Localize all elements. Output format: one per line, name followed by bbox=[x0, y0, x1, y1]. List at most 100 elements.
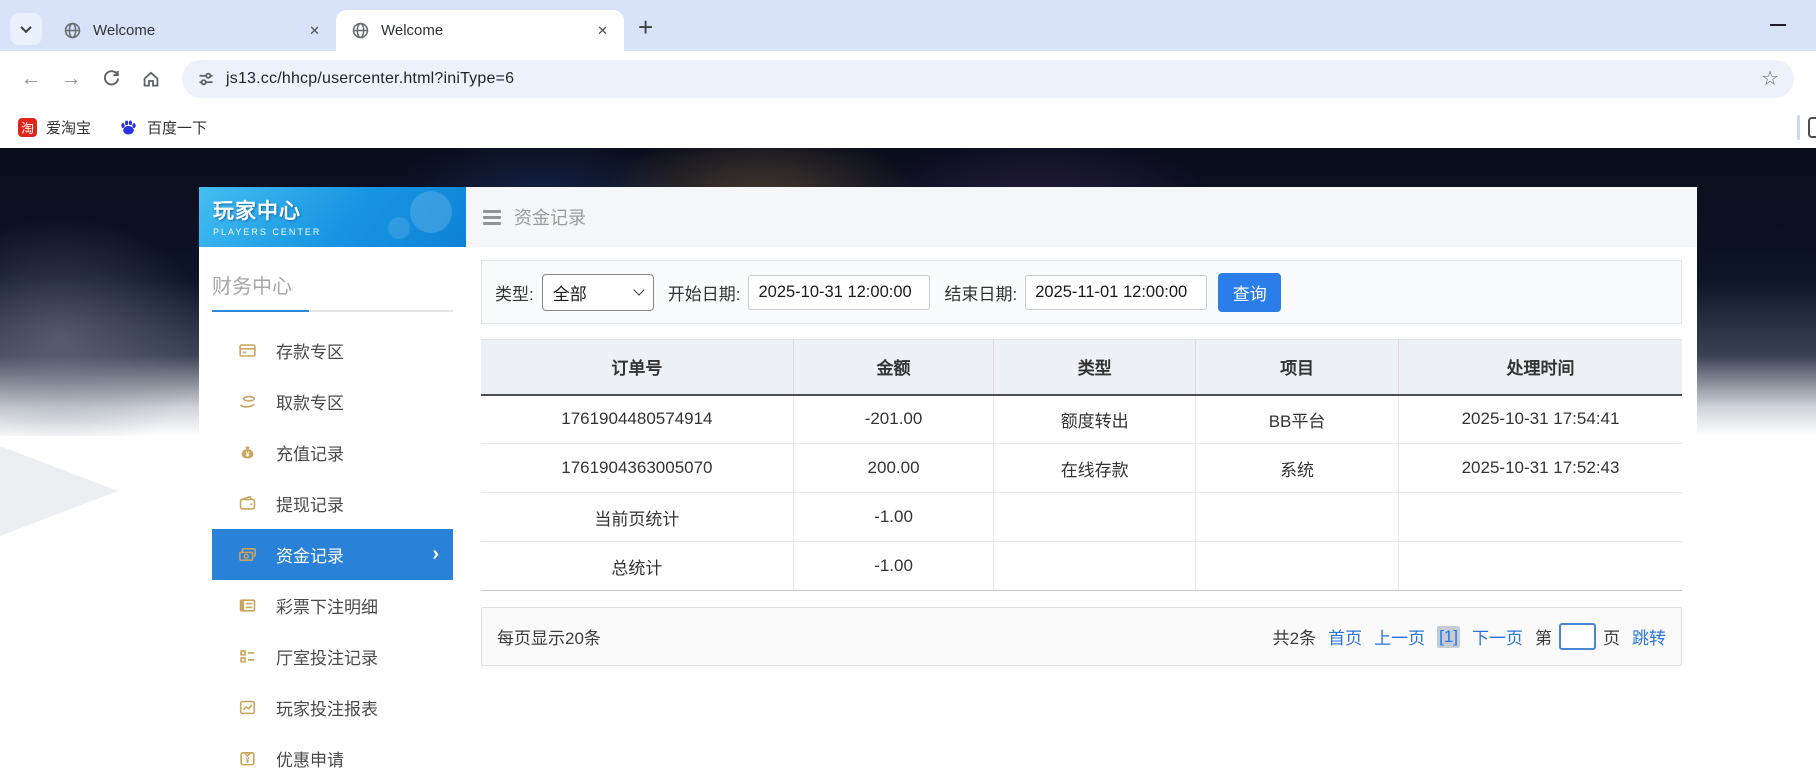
report-chart-icon bbox=[239, 700, 256, 715]
bookmarks-overflow-icon[interactable] bbox=[1808, 117, 1816, 138]
page-jump-group: 第 页 bbox=[1535, 623, 1620, 650]
cell-time: 2025-10-31 17:52:43 bbox=[1398, 443, 1682, 493]
deposit-card-icon bbox=[239, 344, 256, 357]
next-page-link[interactable]: 下一页 bbox=[1472, 624, 1523, 649]
close-tab-icon[interactable]: ✕ bbox=[593, 21, 612, 41]
sidebar-item-withdraw[interactable]: 取款专区 bbox=[212, 376, 453, 427]
browser-tab-1[interactable]: Welcome ✕ bbox=[48, 10, 336, 51]
forward-button[interactable]: → bbox=[52, 60, 90, 98]
end-date-input[interactable] bbox=[1025, 274, 1208, 310]
sidebar-item-label: 玩家投注报表 bbox=[276, 700, 378, 719]
bookmarks-divider bbox=[1797, 115, 1800, 140]
funds-icon bbox=[239, 548, 256, 561]
first-page-link[interactable]: 首页 bbox=[1328, 624, 1362, 649]
sidebar-item-funds-log[interactable]: 资金记录 › bbox=[212, 529, 453, 580]
chevron-down-icon bbox=[20, 21, 32, 34]
prev-page-link[interactable]: 上一页 bbox=[1374, 624, 1425, 649]
sidebar-subtitle: PLAYERS CENTER bbox=[213, 227, 322, 237]
address-bar[interactable]: js13.cc/hhcp/usercenter.html?iniType=6 ☆ bbox=[182, 59, 1794, 98]
jump-prefix-text: 第 bbox=[1535, 629, 1552, 648]
bookmark-taobao[interactable]: 淘 爱淘宝 bbox=[18, 117, 91, 138]
column-header-order-no: 订单号 bbox=[481, 339, 794, 396]
bookmarks-bar: 淘 爱淘宝 百度一下 bbox=[0, 106, 1816, 148]
cell-time: 2025-10-31 17:54:41 bbox=[1398, 394, 1682, 444]
player-center-sidebar: 玩家中心 PLAYERS CENTER 财务中心 存款专区 取款专区 ¥ 充值记… bbox=[199, 187, 466, 769]
reload-icon bbox=[103, 70, 119, 86]
sidebar-item-recharge-log[interactable]: ¥ 充值记录 bbox=[212, 427, 453, 478]
minimize-button[interactable] bbox=[1770, 24, 1786, 26]
cell-amount: -1.00 bbox=[792, 541, 994, 591]
sidebar-item-label: 资金记录 bbox=[276, 547, 344, 566]
cell-order-no: 1761904480574914 bbox=[481, 394, 794, 444]
baidu-paw-icon bbox=[121, 120, 136, 134]
cell-empty bbox=[1195, 541, 1399, 591]
site-settings-icon[interactable] bbox=[197, 70, 215, 88]
sidebar-item-label: 提现记录 bbox=[276, 496, 344, 515]
sidebar-item-promo[interactable]: ¥ 优惠申请 bbox=[212, 733, 453, 769]
browser-tab-2[interactable]: Welcome ✕ bbox=[336, 10, 624, 51]
sidebar-item-hall-bets[interactable]: 厅室投注记录 bbox=[212, 631, 453, 682]
sidebar-item-label: 优惠申请 bbox=[276, 751, 344, 769]
main-content: 类型: 全部 开始日期: 结束日期: 查询 订单号 金额 类型 bbox=[466, 247, 1697, 666]
bookmark-star-icon[interactable]: ☆ bbox=[1761, 66, 1779, 91]
sidebar-item-lottery-bets[interactable]: 彩票下注明细 bbox=[212, 580, 453, 631]
back-button[interactable]: ← bbox=[12, 60, 50, 98]
total-count-text: 共2条 bbox=[1272, 629, 1317, 648]
page-number-input[interactable] bbox=[1559, 623, 1596, 650]
web-page: 玩家中心 PLAYERS CENTER 财务中心 存款专区 取款专区 ¥ 充值记… bbox=[0, 148, 1816, 769]
browser-toolbar: ← → js13.cc/hhcp/usercenter.html?iniType… bbox=[0, 51, 1816, 106]
cell-empty bbox=[993, 492, 1196, 542]
cell-order-no: 1761904363005070 bbox=[481, 443, 794, 493]
sidebar-section: 财务中心 bbox=[199, 247, 466, 312]
globe-icon bbox=[352, 22, 369, 39]
sidebar-header: 玩家中心 PLAYERS CENTER bbox=[199, 187, 466, 247]
column-header-time: 处理时间 bbox=[1398, 339, 1682, 396]
home-button[interactable] bbox=[132, 60, 170, 98]
column-header-amount: 金额 bbox=[792, 339, 994, 396]
cell-amount: -201.00 bbox=[792, 394, 994, 444]
column-header-project: 项目 bbox=[1195, 339, 1399, 396]
sidebar-item-label: 取款专区 bbox=[276, 394, 344, 413]
close-tab-icon[interactable]: ✕ bbox=[305, 21, 324, 41]
sidebar-item-bet-report[interactable]: 玩家投注报表 bbox=[212, 682, 453, 733]
chevron-right-icon: › bbox=[432, 543, 439, 565]
current-page-badge[interactable]: [1] bbox=[1437, 625, 1460, 648]
cell-amount: -1.00 bbox=[792, 492, 994, 542]
cell-amount: 200.00 bbox=[792, 443, 994, 493]
type-select-value: 全部 bbox=[552, 284, 587, 304]
hall-records-icon bbox=[240, 650, 255, 663]
svg-text:¥: ¥ bbox=[245, 756, 250, 765]
jump-button[interactable]: 跳转 bbox=[1632, 624, 1666, 649]
sidebar-item-withdraw-log[interactable]: 提现记录 bbox=[212, 478, 453, 529]
tab-search-button[interactable] bbox=[10, 13, 42, 45]
pagination-controls: 共2条 首页 上一页 [1] 下一页 第 页 跳转 bbox=[1273, 623, 1666, 650]
sidebar-item-deposit[interactable]: 存款专区 bbox=[212, 325, 453, 376]
type-select[interactable]: 全部 bbox=[541, 273, 654, 311]
start-date-label: 开始日期: bbox=[667, 284, 741, 304]
wallet-icon bbox=[239, 495, 256, 510]
tab-title: Welcome bbox=[381, 22, 444, 39]
table-row: 1761904480574914 -201.00 额度转出 BB平台 2025-… bbox=[481, 394, 1682, 444]
lottery-list-icon bbox=[239, 599, 256, 612]
cell-type: 在线存款 bbox=[993, 443, 1196, 493]
withdraw-hand-icon bbox=[240, 395, 256, 408]
search-button[interactable]: 查询 bbox=[1218, 272, 1282, 312]
new-tab-button[interactable]: + bbox=[638, 14, 653, 40]
funds-table: 订单号 金额 类型 项目 处理时间 1761904480574914 -201.… bbox=[481, 339, 1682, 591]
cell-empty bbox=[1398, 541, 1682, 591]
background-triangle bbox=[0, 446, 118, 536]
moneybag-icon: ¥ bbox=[241, 446, 254, 459]
home-icon bbox=[143, 71, 159, 87]
bookmark-baidu[interactable]: 百度一下 bbox=[119, 117, 207, 138]
hamburger-menu-icon[interactable] bbox=[483, 209, 501, 225]
start-date-input[interactable] bbox=[748, 274, 931, 310]
url-text[interactable]: js13.cc/hhcp/usercenter.html?iniType=6 bbox=[226, 70, 1750, 88]
reload-button[interactable] bbox=[92, 60, 130, 98]
cell-label: 当前页统计 bbox=[481, 492, 794, 542]
pagination-bar: 每页显示20条 共2条 首页 上一页 [1] 下一页 第 页 跳转 bbox=[481, 607, 1682, 666]
table-row-page-total: 当前页统计 -1.00 bbox=[481, 492, 1682, 542]
section-underline bbox=[212, 310, 453, 312]
bookmark-label: 爱淘宝 bbox=[46, 119, 92, 137]
table-row: 1761904363005070 200.00 在线存款 系统 2025-10-… bbox=[481, 443, 1682, 493]
sidebar-item-label: 彩票下注明细 bbox=[276, 598, 378, 617]
